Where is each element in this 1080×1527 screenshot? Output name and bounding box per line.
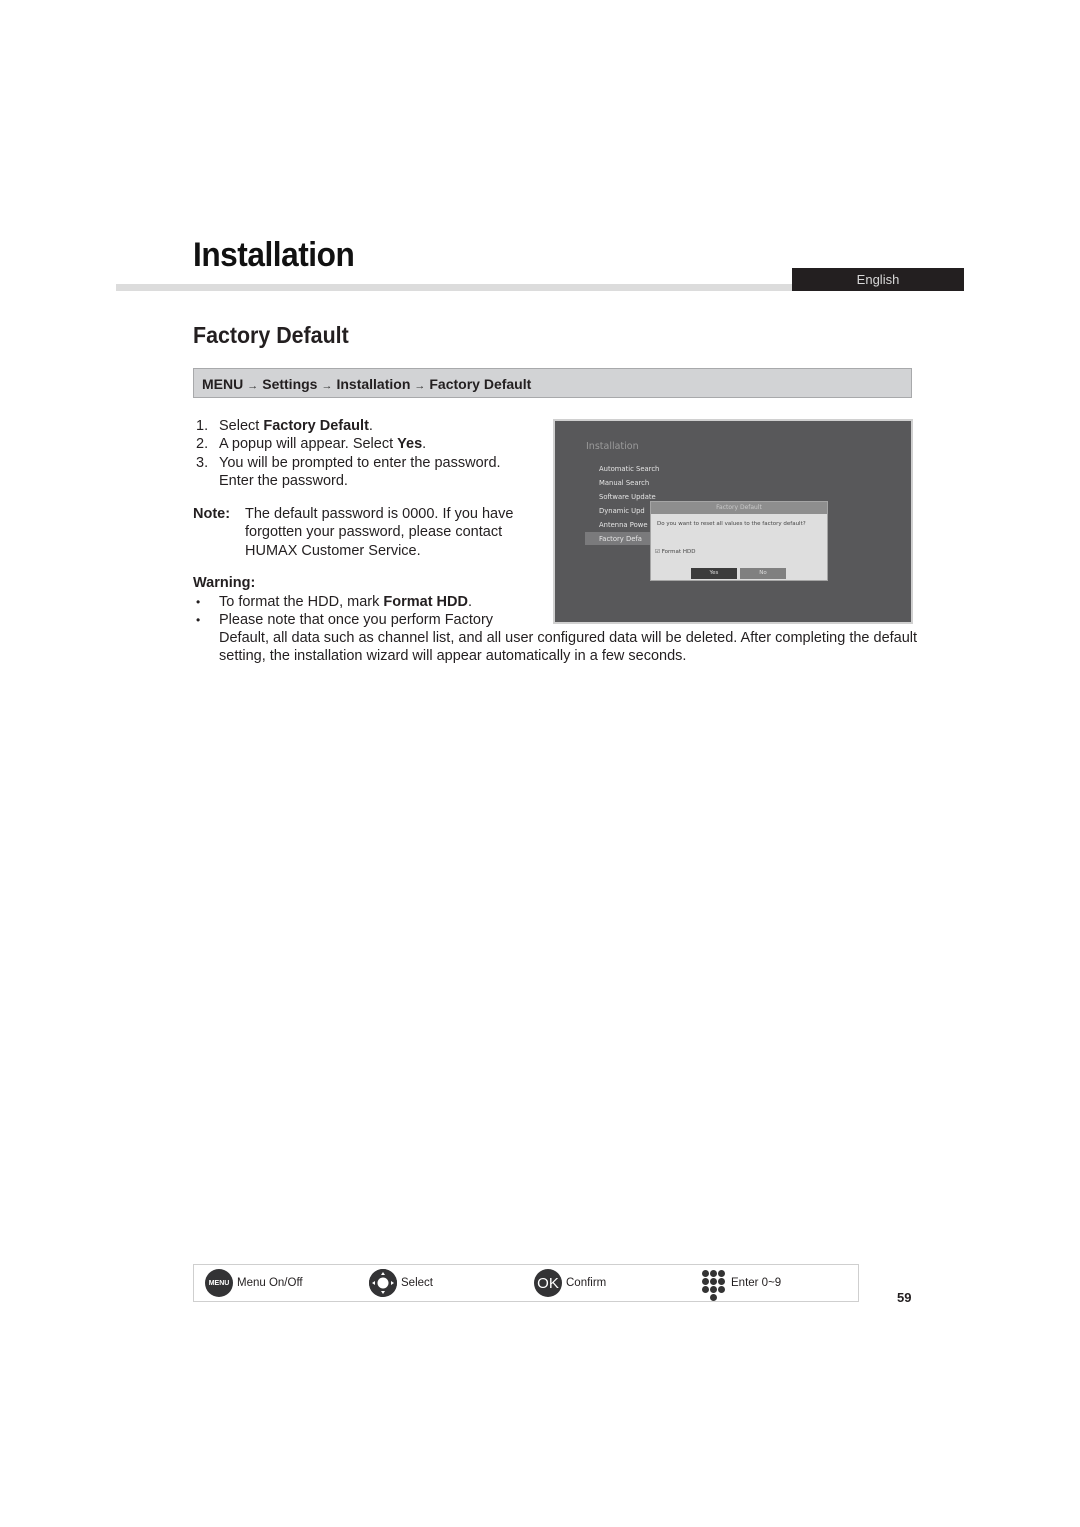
tv-menu-item: Automatic Search xyxy=(599,465,660,473)
step-text-post: . xyxy=(422,436,427,453)
tv-dialog-message: Do you want to reset all values to the f… xyxy=(657,521,806,527)
tv-menu-item: Antenna Powe xyxy=(599,521,648,529)
tv-format-hdd-checkbox: ☑ Format HDD xyxy=(655,549,695,555)
arrow-right-icon: → xyxy=(414,380,426,392)
step-text-pre: A popup will appear. Select xyxy=(219,436,398,453)
warning-text-post: . xyxy=(467,594,472,610)
note-text: The default password is 0000. If you hav… xyxy=(245,506,514,559)
header-rule xyxy=(116,284,792,291)
tv-menu-item: Dynamic Upd xyxy=(599,507,645,515)
step-text: You will be prompted to enter the passwo… xyxy=(219,454,501,489)
tv-checkbox-label: Format HDD xyxy=(661,549,696,555)
warning-text-pre: To format the HDD, mark xyxy=(219,594,384,610)
dpad-icon xyxy=(369,1269,397,1297)
menu-path-breadcrumb: MENU → Settings → Installation → Factory Defau… xyxy=(193,368,912,398)
breadcrumb-item: Factory Default xyxy=(429,376,532,392)
step-item: 3. You will be prompted to enter the pas… xyxy=(196,454,536,491)
tv-screenshot: Installation Automatic Search Manual Sea… xyxy=(553,419,913,624)
step-number: 1. xyxy=(196,418,209,434)
note-label: Note: xyxy=(193,506,231,522)
legend-menu: MENU Menu On/Off xyxy=(205,1265,303,1301)
tv-no-button: No xyxy=(740,568,786,579)
step-number: 3. xyxy=(196,454,209,471)
ok-button-icon: OK xyxy=(534,1269,562,1297)
breadcrumb-item: Settings xyxy=(262,376,318,392)
legend-select-label: Select xyxy=(401,1277,433,1289)
arrow-right-icon: → xyxy=(321,380,333,392)
remote-key-legend: MENU Menu On/Off Select OK Confirm Enter… xyxy=(193,1264,859,1302)
page-number: 59 xyxy=(897,1290,912,1305)
tv-yes-button: Yes xyxy=(691,568,737,579)
tv-menu-item: Software Update xyxy=(599,493,656,501)
bullet-icon: • xyxy=(196,595,201,609)
language-tab: English xyxy=(792,268,964,291)
warning-heading: Warning: xyxy=(193,575,256,591)
step-text: A popup will appear. Select Yes. xyxy=(219,435,426,453)
bullet-icon: • xyxy=(196,613,201,628)
note-block: Note: The default password is 0000. If y… xyxy=(193,505,533,560)
arrow-right-icon: → xyxy=(247,380,259,392)
warning-text: Please note that once you perform Factor… xyxy=(219,612,494,629)
legend-confirm: OK Confirm xyxy=(534,1265,606,1301)
step-text-bold: Factory Default xyxy=(263,418,369,434)
tv-factory-default-dialog: Factory Default Do you want to reset all… xyxy=(650,501,828,581)
legend-menu-label: Menu On/Off xyxy=(237,1277,303,1289)
step-number: 2. xyxy=(196,436,209,453)
tv-menu-item: Manual Search xyxy=(599,479,650,487)
step-item: 2. A popup will appear. Select Yes. xyxy=(196,435,536,453)
step-text-bold: Yes xyxy=(397,436,423,453)
step-text-post: . xyxy=(368,418,373,434)
legend-confirm-label: Confirm xyxy=(566,1277,607,1289)
tv-menu-item: Factory Defa xyxy=(599,535,642,543)
step-text: Select Factory Default. xyxy=(219,417,373,435)
warning-text-bold: Format HDD xyxy=(383,594,468,610)
steps-list: 1. Select Factory Default. 2. A popup wi… xyxy=(196,417,536,490)
warning-text: To format the HDD, mark Format HDD. xyxy=(219,593,472,611)
legend-enter-label: Enter 0~9 xyxy=(731,1277,782,1289)
number-keypad-icon xyxy=(702,1269,725,1301)
legend-select: Select xyxy=(369,1265,433,1301)
tv-dialog-title: Factory Default xyxy=(651,502,827,514)
breadcrumb-item: MENU xyxy=(202,376,244,392)
tv-menu-title: Installation xyxy=(586,441,639,452)
step-text-pre: Select xyxy=(219,418,264,434)
legend-enter: Enter 0~9 xyxy=(702,1265,781,1301)
chapter-title: Installation xyxy=(193,236,355,274)
breadcrumb-item: Installation xyxy=(336,376,411,392)
warning-text-continued: Default, all data such as channel list, … xyxy=(219,630,918,665)
checkbox-checked-icon: ☑ xyxy=(655,549,660,555)
menu-button-icon: MENU xyxy=(205,1269,233,1297)
step-item: 1. Select Factory Default. xyxy=(196,417,536,435)
section-title: Factory Default xyxy=(193,322,349,348)
